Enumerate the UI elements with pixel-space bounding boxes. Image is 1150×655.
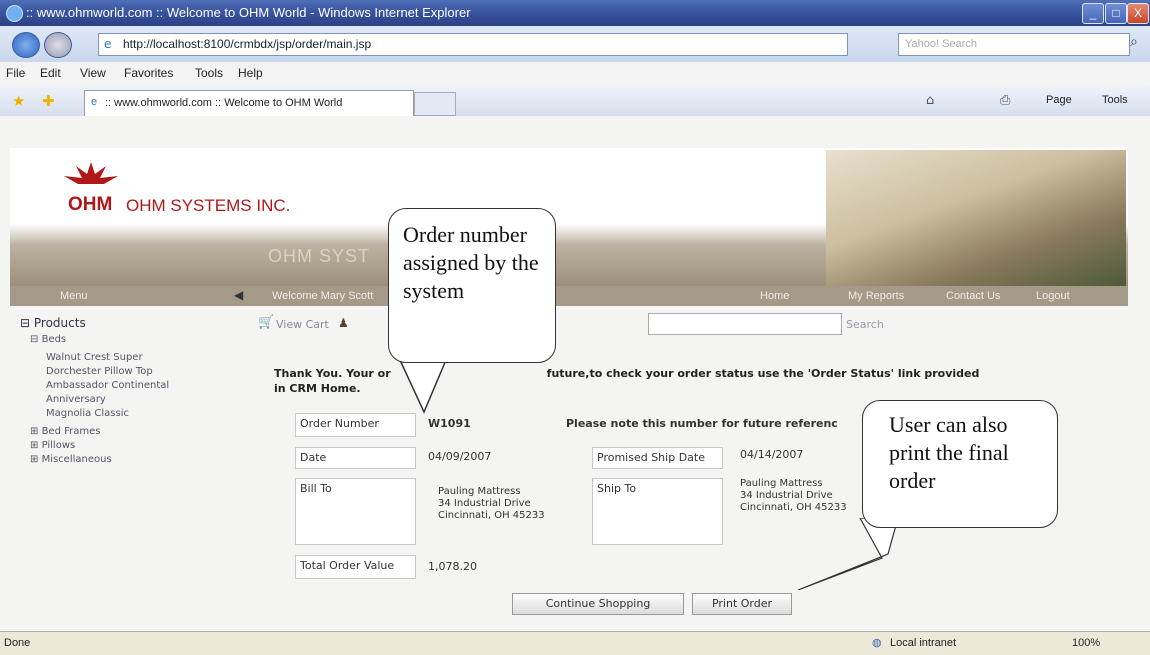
ship-date-value: 04/14/2007 (740, 448, 804, 461)
intranet-icon: ◍ (872, 637, 882, 649)
sidebar-item-dorchester[interactable]: Dorchester Pillow Top (46, 366, 153, 377)
reference-note: Please note this number for future refer… (566, 417, 838, 430)
zone-text: Local intranet (890, 637, 957, 649)
menu-bar: File Edit View Favorites Tools Help (0, 62, 1150, 87)
sidebar-bed-frames[interactable]: ⊞ Bed Frames (30, 426, 100, 437)
page-menu[interactable]: Page (1046, 94, 1072, 106)
new-tab-button[interactable] (414, 92, 456, 116)
date-value: 04/09/2007 (428, 450, 492, 463)
sidebar-item-anniversary[interactable]: Anniversary (46, 394, 106, 405)
zoom-level[interactable]: 100% (1072, 637, 1100, 649)
view-cart-link[interactable]: View Cart (276, 318, 329, 331)
thank-you-line2: in CRM Home. (274, 382, 361, 395)
sidebar-miscellaneous-label: Miscellaneous (41, 454, 112, 465)
sidebar-products-label: Products (33, 316, 86, 330)
sidebar-miscellaneous[interactable]: ⊞ Miscellaneous (30, 454, 112, 465)
menu-edit[interactable]: Edit (40, 66, 61, 80)
close-button[interactable]: X (1127, 3, 1149, 24)
print-icon[interactable]: ⎙ (1000, 93, 1010, 108)
ship-to-line: Pauling Mattress (740, 478, 823, 489)
banner-text: OHM SYST (268, 246, 371, 266)
tools-menu[interactable]: Tools (1102, 94, 1128, 106)
callout-print: User can also print the final order (862, 400, 1058, 528)
forward-button[interactable] (44, 32, 72, 58)
address-field[interactable]: e http://localhost:8100/crmbdx/jsp/order… (98, 33, 848, 56)
company-name: OHM SYSTEMS INC. (126, 196, 291, 215)
sidebar-item-ambassador[interactable]: Ambassador Continental (46, 380, 169, 391)
search-input[interactable]: Yahoo! Search (898, 33, 1130, 56)
ship-to-address: Pauling Mattress 34 Industrial Drive Cin… (740, 478, 847, 514)
home-icon[interactable]: ⌂ (926, 93, 934, 108)
sidebar-products[interactable]: ⊟ Products (20, 316, 86, 330)
contact-us-link[interactable]: Contact Us (946, 290, 1000, 302)
logo-text: OHM (68, 194, 113, 215)
ship-date-label: Promised Ship Date (592, 447, 723, 469)
ie-icon (6, 5, 23, 22)
logout-link[interactable]: Logout (1036, 290, 1070, 302)
tab-ohmworld[interactable]: e :: www.ohmworld.com :: Welcome to OHM … (84, 90, 414, 116)
bill-to-line: 34 Industrial Drive (438, 498, 531, 509)
total-value: 1,078.20 (428, 560, 477, 573)
add-favorite-icon[interactable]: ✚ (42, 92, 55, 110)
thank-you-end: future,to check your order status use th… (546, 367, 980, 380)
sidebar: ⊟ Products ⊟ Beds Walnut Crest Super Dor… (20, 312, 250, 632)
window-title-bar: :: www.ohmworld.com :: Welcome to OHM Wo… (0, 0, 1150, 26)
menu-label: Menu (60, 290, 88, 302)
product-search-input[interactable] (648, 313, 842, 335)
menu-favorites[interactable]: Favorites (124, 66, 173, 80)
bill-to-address: Pauling Mattress 34 Industrial Drive Cin… (438, 486, 545, 522)
window-title: :: www.ohmworld.com :: Welcome to OHM Wo… (26, 5, 471, 20)
thank-you-start: Thank You. Your or (274, 367, 391, 380)
sidebar-item-walnut[interactable]: Walnut Crest Super (46, 352, 143, 363)
sidebar-bed-frames-label: Bed Frames (41, 426, 101, 437)
menu-view[interactable]: View (80, 66, 106, 80)
cart-icon: 🛒 (258, 315, 275, 330)
bed-banner-image (826, 150, 1126, 286)
user-icon: ♟ (338, 316, 349, 330)
home-link[interactable]: Home (760, 290, 789, 302)
search-icon[interactable]: ⌕ (1130, 34, 1138, 50)
search-link[interactable]: Search (846, 318, 884, 331)
sidebar-item-magnolia[interactable]: Magnolia Classic (46, 408, 129, 419)
sidebar-beds[interactable]: ⊟ Beds (30, 334, 66, 345)
minimize-button[interactable]: _ (1082, 3, 1104, 24)
bill-to-line: Pauling Mattress (438, 486, 521, 497)
sidebar-beds-label: Beds (41, 334, 67, 345)
search-placeholder: Yahoo! Search (905, 38, 977, 50)
menu-help[interactable]: Help (238, 66, 263, 80)
tab-title: :: www.ohmworld.com :: Welcome to OHM Wo… (105, 97, 343, 109)
date-label: Date (295, 447, 416, 469)
callout-pointer-order (399, 360, 447, 414)
callout-order-number: Order number assigned by the system (388, 208, 556, 363)
favorites-star-icon[interactable]: ★ (12, 92, 25, 110)
bill-to-label: Bill To (295, 478, 416, 545)
ship-to-line: Cincinnati, OH 45233 (740, 502, 847, 513)
tab-page-icon: e (91, 96, 98, 108)
total-label: Total Order Value (295, 555, 416, 579)
print-order-button[interactable]: Print Order (692, 593, 792, 615)
sidebar-pillows-label: Pillows (41, 440, 76, 451)
page-icon: e (104, 37, 112, 51)
url-text: http://localhost:8100/crmbdx/jsp/order/m… (123, 37, 372, 51)
back-button[interactable] (12, 32, 40, 58)
collapse-menu-icon[interactable]: ◀ (234, 288, 243, 302)
status-bar: Done ◍ Local intranet 100% (0, 631, 1150, 655)
continue-shopping-button[interactable]: Continue Shopping (512, 593, 684, 615)
ship-to-line: 34 Industrial Drive (740, 490, 833, 501)
welcome-text: Welcome Mary Scott (272, 290, 374, 302)
bill-to-line: Cincinnati, OH 45233 (438, 510, 545, 521)
sidebar-pillows[interactable]: ⊞ Pillows (30, 440, 75, 451)
menu-file[interactable]: File (6, 66, 25, 80)
callout-arrow-print (797, 518, 899, 590)
my-reports-link[interactable]: My Reports (848, 290, 904, 302)
company-logo (64, 162, 118, 184)
navigation-strip: Menu ◀ Welcome Mary Scott Home My Report… (10, 286, 1128, 306)
ship-to-label: Ship To (592, 478, 723, 545)
status-text: Done (4, 637, 31, 649)
menu-tools[interactable]: Tools (195, 66, 223, 80)
maximize-button[interactable]: □ (1105, 3, 1127, 24)
